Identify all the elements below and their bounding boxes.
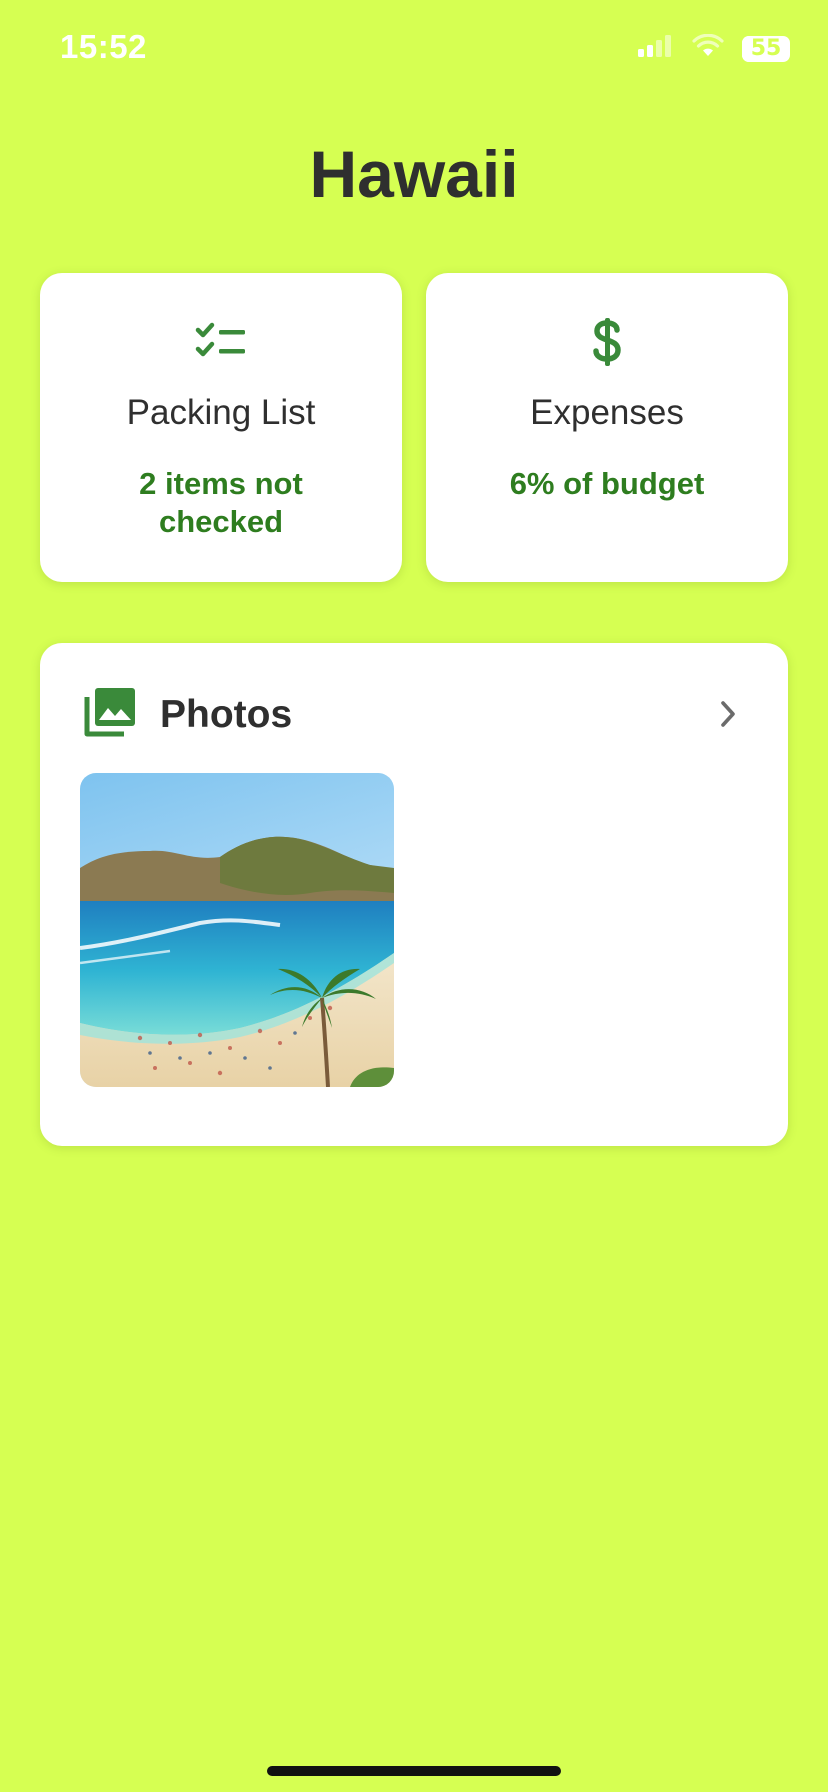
chevron-right-icon[interactable]: [718, 699, 738, 734]
home-indicator[interactable]: [267, 1766, 561, 1776]
photos-title: Photos: [160, 692, 293, 736]
expenses-status: 6% of budget: [509, 466, 705, 501]
battery-icon: 55: [742, 35, 790, 62]
status-indicators: 55: [638, 33, 790, 63]
status-time: 15:52: [60, 28, 147, 65]
packing-list-status: 2 items not checked: [139, 466, 303, 539]
photos-header: Photos: [84, 687, 292, 742]
expenses-title: Expenses: [530, 393, 684, 432]
battery-level-text: 55: [750, 36, 782, 61]
packing-list-title: Packing List: [126, 393, 316, 432]
photo-thumbnail[interactable]: [80, 773, 394, 1087]
beach-photo-image: [80, 773, 394, 1087]
packing-list-card[interactable]: Packing List 2 items not checked: [40, 273, 402, 582]
cellular-signal-icon: [638, 34, 674, 63]
page-title: Hawaii: [309, 137, 519, 211]
wifi-icon: [692, 33, 724, 63]
expenses-card[interactable]: Expenses 6% of budget: [426, 273, 788, 582]
dollar-icon: [591, 317, 623, 367]
photos-card[interactable]: Photos: [40, 643, 788, 1146]
photo-library-icon: [84, 687, 136, 742]
checklist-icon: [195, 317, 247, 367]
